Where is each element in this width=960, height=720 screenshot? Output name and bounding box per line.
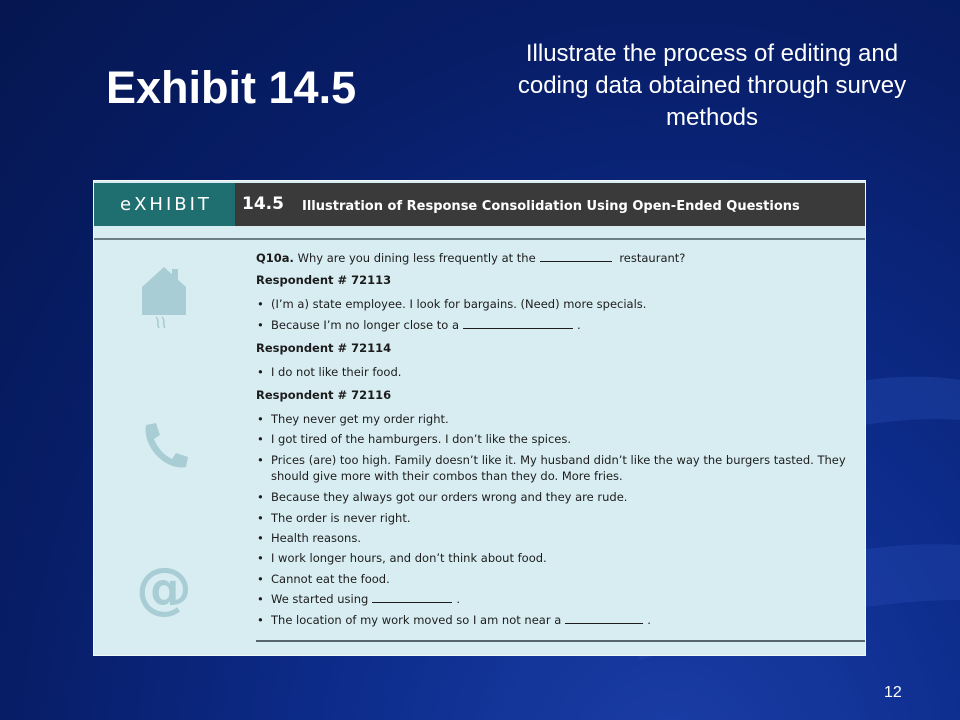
list-item: Prices (are) too high. Family doesn’t li… — [256, 452, 861, 484]
blank-line — [463, 319, 574, 329]
house-icon — [142, 267, 186, 329]
respondent-label: Respondent # 72116 — [256, 388, 392, 402]
slide-subtitle: Illustrate the process of editing and co… — [517, 40, 907, 131]
question: Q10a. Why are you dining less frequently… — [256, 251, 685, 265]
question-text: Why are you dining less frequently at th… — [297, 251, 536, 265]
blank-line — [539, 252, 612, 262]
exhibit-caption: Illustration of Response Consolidation U… — [302, 199, 800, 214]
list-item: (I’m a) state employee. I look for barga… — [256, 296, 861, 312]
divider — [94, 238, 865, 240]
list-item: The order is never right. — [256, 510, 861, 526]
exhibit-header: eXHIBIT 14.5 Illustration of Response Co… — [94, 183, 865, 226]
exhibit-panel: eXHIBIT 14.5 Illustration of Response Co… — [93, 180, 866, 656]
page-number: 12 — [884, 684, 902, 701]
list-item: We started using. — [256, 591, 861, 607]
list-item: Because I’m no longer close to a. — [256, 317, 861, 333]
blank-line — [565, 614, 644, 624]
blank-line — [372, 593, 453, 603]
question-text-end: restaurant? — [619, 251, 686, 265]
list-item: I do not like their food. — [256, 364, 861, 380]
list-item: Because they always got our orders wrong… — [256, 489, 861, 505]
list-item: The location of my work moved so I am no… — [256, 612, 861, 628]
slide-title: Exhibit 14.5 — [106, 62, 357, 113]
list-item: They never get my order right. — [256, 411, 861, 427]
list-item: I work longer hours, and don’t think abo… — [256, 550, 861, 566]
exhibit-brand: eXHIBIT — [94, 183, 235, 226]
at-sign-icon: @ — [136, 556, 192, 621]
list-item: Cannot eat the food. — [256, 571, 861, 587]
list-item: I got tired of the hamburgers. I don’t l… — [256, 431, 861, 447]
exhibit-number: 14.5 — [242, 194, 284, 214]
respondent-label: Respondent # 72114 — [256, 341, 392, 355]
respondent-label: Respondent # 72113 — [256, 273, 392, 287]
list-item: Health reasons. — [256, 530, 861, 546]
question-id: Q10a. — [256, 251, 294, 265]
divider — [256, 640, 865, 642]
phone-icon — [145, 423, 188, 468]
